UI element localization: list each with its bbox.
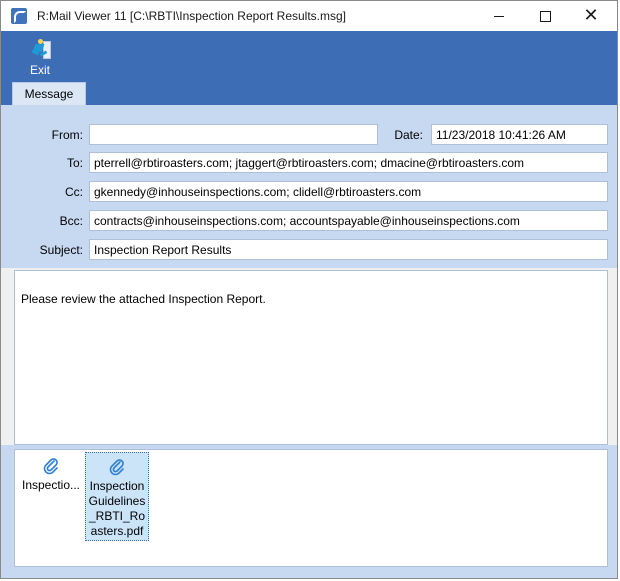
to-field[interactable]: pterrell@rbtiroasters.com; jtaggert@rbti… <box>89 152 608 173</box>
message-body[interactable]: Please review the attached Inspection Re… <box>14 270 608 445</box>
minimize-icon <box>494 15 504 17</box>
paperclip-icon <box>109 459 124 476</box>
subject-field[interactable]: Inspection Report Results <box>89 239 608 260</box>
cc-label: Cc: <box>65 185 83 199</box>
exit-button[interactable]: Exit <box>19 39 61 77</box>
exit-label: Exit <box>29 63 50 77</box>
to-label: To: <box>66 156 83 170</box>
bcc-field[interactable]: contracts@inhouseinspections.com; accoun… <box>89 210 608 231</box>
attachment-name: Inspectio... <box>21 478 81 492</box>
attachment-item[interactable]: Inspectio... <box>19 452 83 493</box>
cc-field[interactable]: gkennedy@inhouseinspections.com; clidell… <box>89 181 608 202</box>
close-icon: ✕ <box>583 5 599 26</box>
attachment-item-selected[interactable]: InspectionGuidelines_RBTI_Roasters.pdf <box>85 452 149 541</box>
title-bar[interactable]: R:Mail Viewer 11 [C:\RBTI\Inspection Rep… <box>1 1 617 31</box>
maximize-icon <box>539 10 551 22</box>
subject-label: Subject: <box>39 243 83 257</box>
ribbon: Exit <box>1 31 617 105</box>
from-label: From: <box>51 128 83 142</box>
maximize-button[interactable] <box>522 1 568 31</box>
message-body-text: Please review the attached Inspection Re… <box>21 292 266 306</box>
tab-message[interactable]: Message <box>12 82 86 106</box>
exit-icon <box>29 39 51 59</box>
date-label: Date: <box>394 128 423 142</box>
close-button[interactable]: ✕ <box>568 1 614 31</box>
minimize-button[interactable] <box>476 1 522 31</box>
date-field[interactable]: 11/23/2018 10:41:26 AM <box>431 124 608 145</box>
window-title: R:Mail Viewer 11 [C:\RBTI\Inspection Rep… <box>37 9 346 23</box>
bcc-label: Bcc: <box>59 214 83 228</box>
app-icon <box>11 8 27 24</box>
from-field[interactable] <box>89 124 378 145</box>
attachment-name: InspectionGuidelines_RBTI_Roasters.pdf <box>88 479 146 538</box>
mail-viewer-window: R:Mail Viewer 11 [C:\RBTI\Inspection Rep… <box>0 0 618 579</box>
message-header-panel: From: Date: 11/23/2018 10:41:26 AM To: p… <box>1 105 617 268</box>
paperclip-icon <box>43 458 58 475</box>
attachments-list[interactable]: Inspectio... InspectionGuidelines_RBTI_R… <box>14 449 608 567</box>
